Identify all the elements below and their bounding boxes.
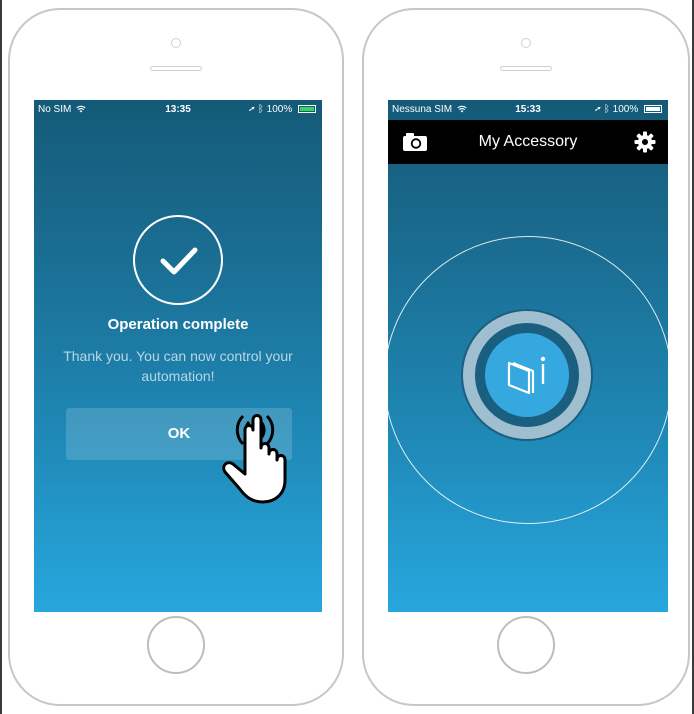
status-bar: Nessuna SIM 15:33 ➚ ᛒ 100% (388, 100, 668, 120)
status-bar: No SIM 13:35 ➚ ᛒ 100% (34, 100, 322, 120)
operation-title: Operation complete (107, 316, 249, 333)
tap-hand-icon (222, 414, 287, 504)
battery-percent: 100% (612, 104, 639, 115)
earpiece-speaker (150, 66, 202, 71)
phone-right: Nessuna SIM 15:33 ➚ ᛒ 100% My Accessory (362, 8, 690, 706)
accessory-screen: Nessuna SIM 15:33 ➚ ᛒ 100% My Accessory (388, 100, 668, 612)
battery-icon (298, 105, 316, 114)
accessory-button[interactable] (485, 333, 569, 417)
location-icon: ➚ (249, 104, 256, 115)
nav-bar: My Accessory (388, 120, 668, 164)
earpiece-speaker (500, 66, 552, 71)
status-right: ➚ ᛒ 100% (595, 100, 662, 120)
confirmation-screen: No SIM 13:35 ➚ ᛒ 100% Operation complete (34, 100, 322, 612)
phone-left: No SIM 13:35 ➚ ᛒ 100% Operation complete (8, 8, 344, 706)
gate-info-icon (507, 356, 546, 395)
bluetooth-icon: ᛒ (603, 104, 610, 115)
frame-border-left (0, 0, 2, 714)
battery-percent: 100% (266, 104, 293, 115)
checkmark-icon (160, 247, 198, 275)
battery-icon (644, 105, 662, 114)
operation-message: Thank you. You can now control your auto… (63, 348, 293, 384)
front-camera (171, 38, 181, 48)
bluetooth-icon: ᛒ (257, 104, 264, 115)
home-button[interactable] (147, 616, 205, 674)
location-icon: ➚ (595, 104, 602, 115)
status-right: ➚ ᛒ 100% (249, 100, 316, 120)
success-check-circle (133, 215, 223, 305)
gear-icon[interactable] (634, 131, 656, 153)
home-button[interactable] (497, 616, 555, 674)
page-title: My Accessory (478, 133, 578, 150)
front-camera (521, 38, 531, 48)
